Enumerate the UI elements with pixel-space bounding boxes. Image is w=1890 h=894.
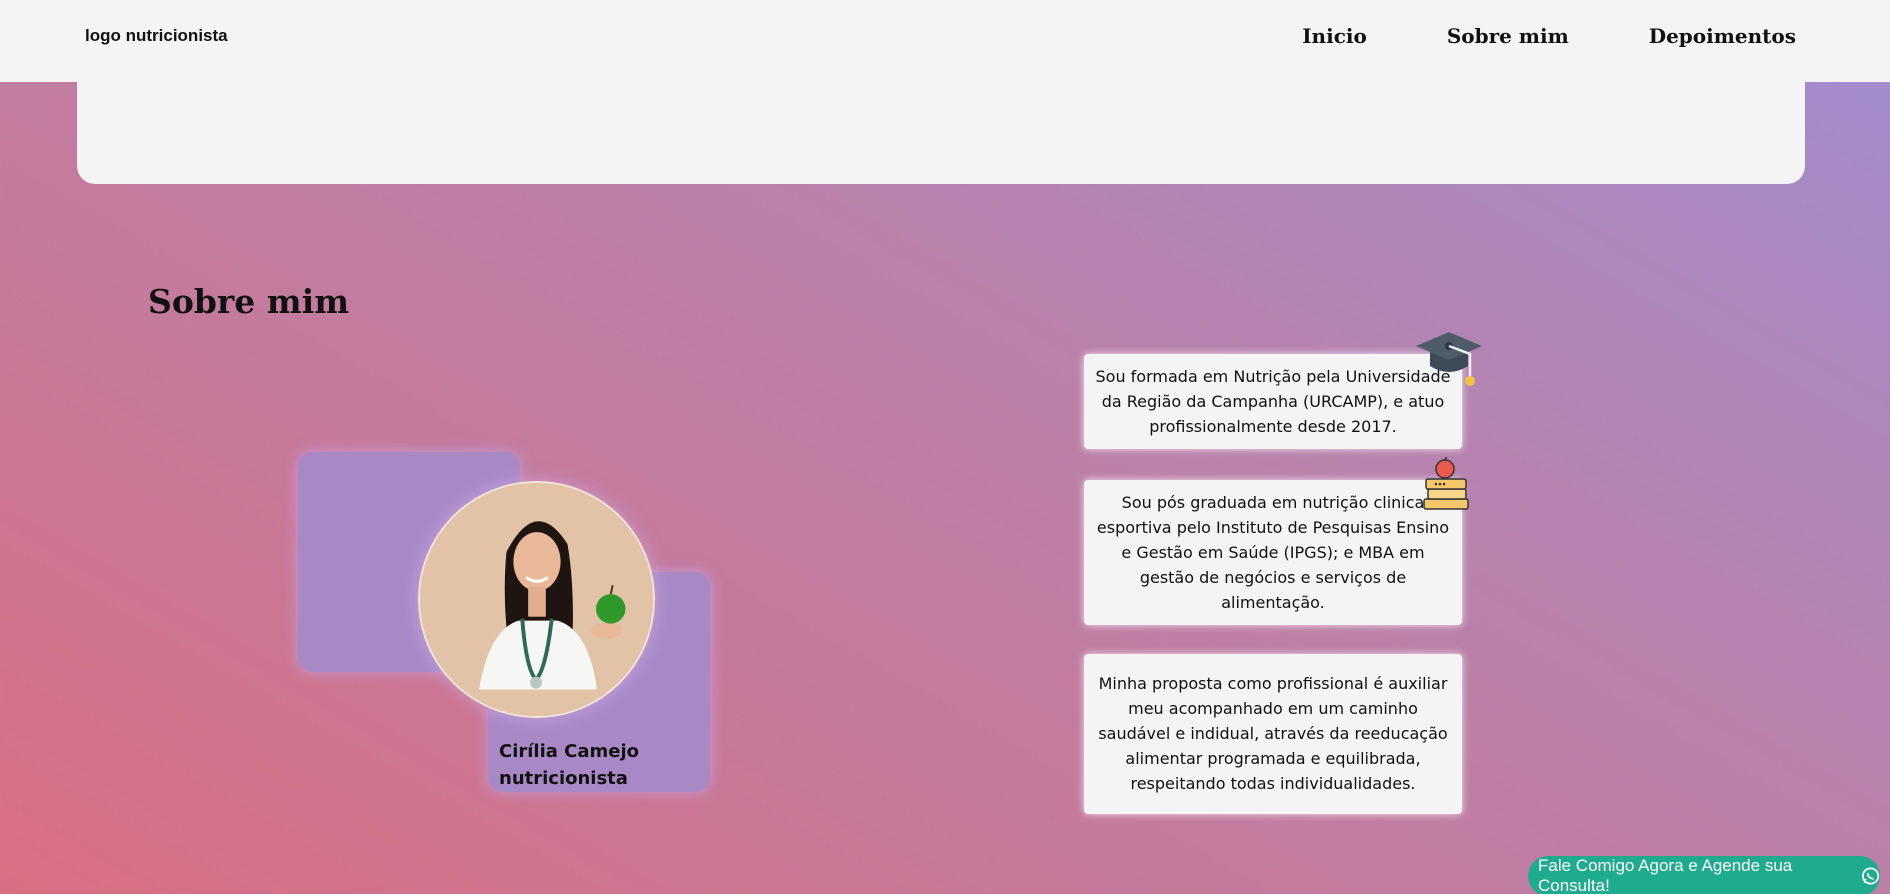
whatsapp-cta-button[interactable]: Fale Comigo Agora e Agende sua Consulta!	[1528, 856, 1880, 894]
hero-card	[77, 60, 1805, 184]
whatsapp-cta-label: Fale Comigo Agora e Agende sua Consulta!	[1538, 856, 1793, 894]
nav-item-inicio[interactable]: Inicio	[1302, 24, 1367, 48]
logo[interactable]: logo nutricionista	[85, 26, 228, 46]
graduation-cap-icon	[1416, 332, 1482, 386]
nav-item-depoimentos[interactable]: Depoimentos	[1649, 24, 1796, 48]
whatsapp-icon	[1861, 867, 1879, 885]
about-card-proposal: Minha proposta como profissional é auxil…	[1084, 654, 1462, 814]
nutritionist-photo-icon	[420, 483, 653, 716]
about-card-postgrad: Sou pós graduada em nutrição clinica esp…	[1084, 480, 1462, 625]
profile-photo	[418, 481, 655, 718]
about-card-text: Sou formada em Nutrição pela Universidad…	[1095, 367, 1451, 436]
about-card-education: Sou formada em Nutrição pela Universidad…	[1084, 354, 1462, 449]
profile-role: nutricionista	[499, 768, 628, 789]
profile-name: Cirília Camejo	[499, 741, 640, 762]
main-nav: Inicio Sobre mim Depoimentos	[1302, 24, 1796, 48]
about-card-text: Minha proposta como profissional é auxil…	[1098, 674, 1448, 793]
section-title: Sobre mim	[148, 282, 350, 321]
books-apple-icon	[1423, 457, 1469, 510]
about-card-text: Sou pós graduada em nutrição clinica esp…	[1096, 493, 1450, 612]
profile-caption: Cirília Camejo nutricionista	[499, 738, 639, 792]
nav-item-sobre-mim[interactable]: Sobre mim	[1447, 24, 1569, 48]
